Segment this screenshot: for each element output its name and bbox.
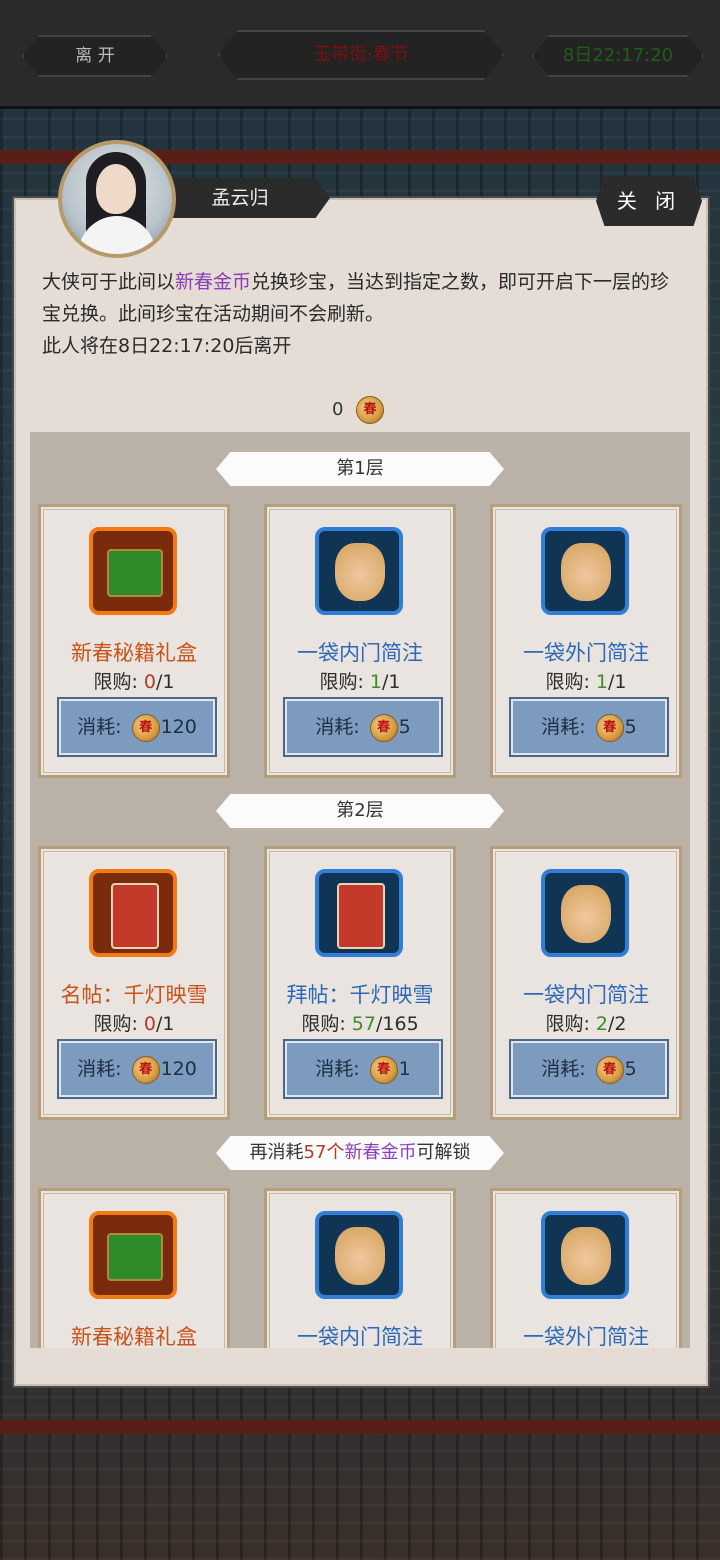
shop-item-card[interactable]: 名帖：千灯映雪 限购: 0/1 消耗: 春 120 [38, 846, 230, 1120]
bag-icon [541, 1211, 629, 1299]
item-name: 一袋外门简注 [523, 641, 649, 665]
buy-button[interactable]: 消耗: 春5 [511, 1041, 667, 1097]
bag-icon [315, 1211, 403, 1299]
coin-balance: 0 春 [300, 394, 420, 426]
coin-icon: 春 [356, 396, 384, 424]
chest-icon [89, 1211, 177, 1299]
chest-icon [89, 527, 177, 615]
tier-header: 第1层 [216, 452, 504, 486]
location-title: 玉带街·春节 [218, 30, 504, 80]
coin-icon: 春 [369, 1055, 398, 1084]
npc-name: 孟云归 [150, 178, 330, 218]
bag-icon [315, 527, 403, 615]
leave-time-note: 此人将在8日22:17:20后离开 [42, 335, 292, 357]
top-bar: 离 开 玉带街·春节 8日22:17:20 [0, 0, 720, 109]
balance-amount: 0 [332, 399, 344, 420]
shop-item-card[interactable]: 一袋内门简注 限购: 2/2 消耗: 春5 [490, 846, 682, 1120]
item-name: 新春秘籍礼盒 [71, 641, 197, 665]
tier-header: 第2层 [216, 794, 504, 828]
purchase-limit: 限购: 1/1 [545, 671, 627, 693]
item-name: 一袋内门简注 [523, 983, 649, 1007]
unlock-requirement: 再消耗57个新春金币可解锁 [216, 1136, 504, 1170]
shop-item-card[interactable]: 一袋外门简注 [490, 1188, 682, 1348]
purchase-limit: 限购: 2/2 [545, 1013, 627, 1035]
npc-avatar [58, 140, 176, 258]
currency-name: 新春金币 [175, 271, 252, 293]
item-name: 一袋外门简注 [523, 1325, 649, 1348]
invitation-card-icon [315, 869, 403, 957]
buy-button[interactable]: 消耗: 春1 [285, 1041, 441, 1097]
item-name: 新春秘籍礼盒 [71, 1325, 197, 1348]
bag-icon [541, 869, 629, 957]
buy-button[interactable]: 消耗: 春5 [511, 699, 667, 755]
coin-icon: 春 [131, 713, 160, 742]
description-text: 大侠可于此间以新春金币兑换珍宝，当达到指定之数，即可开启下一层的珍宝兑换。此间珍… [42, 271, 670, 357]
leave-button[interactable]: 离 开 [22, 35, 168, 77]
close-button[interactable]: 关 闭 [596, 176, 702, 226]
item-name: 拜帖：千灯映雪 [286, 983, 434, 1007]
item-name: 一袋内门简注 [297, 641, 423, 665]
invitation-card-icon [89, 869, 177, 957]
coin-icon: 春 [595, 1055, 624, 1084]
shop-item-card[interactable]: 一袋外门简注 限购: 1/1 消耗: 春5 [490, 504, 682, 778]
item-name: 名帖：千灯映雪 [60, 983, 208, 1007]
item-name: 一袋内门简注 [297, 1325, 423, 1348]
shop-item-card[interactable]: 一袋内门简注 [264, 1188, 456, 1348]
buy-button[interactable]: 消耗: 春 120 [59, 699, 215, 755]
shop-item-card[interactable]: 新春秘籍礼盒 限购: 0/1 消耗: 春 120 [38, 504, 230, 778]
purchase-limit: 限购: 1/1 [319, 671, 401, 693]
coin-icon: 春 [595, 713, 624, 742]
bag-icon [541, 527, 629, 615]
shop-list[interactable]: 第1层 新春秘籍礼盒 限购: 0/1 消耗: 春 120 一袋内门简注 限购: 1… [30, 432, 690, 1348]
shop-item-card[interactable]: 拜帖：千灯映雪 限购: 57/165 消耗: 春1 [264, 846, 456, 1120]
shop-item-card[interactable]: 一袋内门简注 限购: 1/1 消耗: 春5 [264, 504, 456, 778]
shop-item-card[interactable]: 新春秘籍礼盒 [38, 1188, 230, 1348]
background-beam [0, 1420, 720, 1434]
event-timer: 8日22:17:20 [532, 35, 704, 77]
purchase-limit: 限购: 57/165 [301, 1013, 419, 1035]
purchase-limit: 限购: 0/1 [93, 671, 175, 693]
coin-icon: 春 [131, 1055, 160, 1084]
coin-icon: 春 [369, 713, 398, 742]
buy-button[interactable]: 消耗: 春5 [285, 699, 441, 755]
purchase-limit: 限购: 0/1 [93, 1013, 175, 1035]
buy-button[interactable]: 消耗: 春 120 [59, 1041, 215, 1097]
